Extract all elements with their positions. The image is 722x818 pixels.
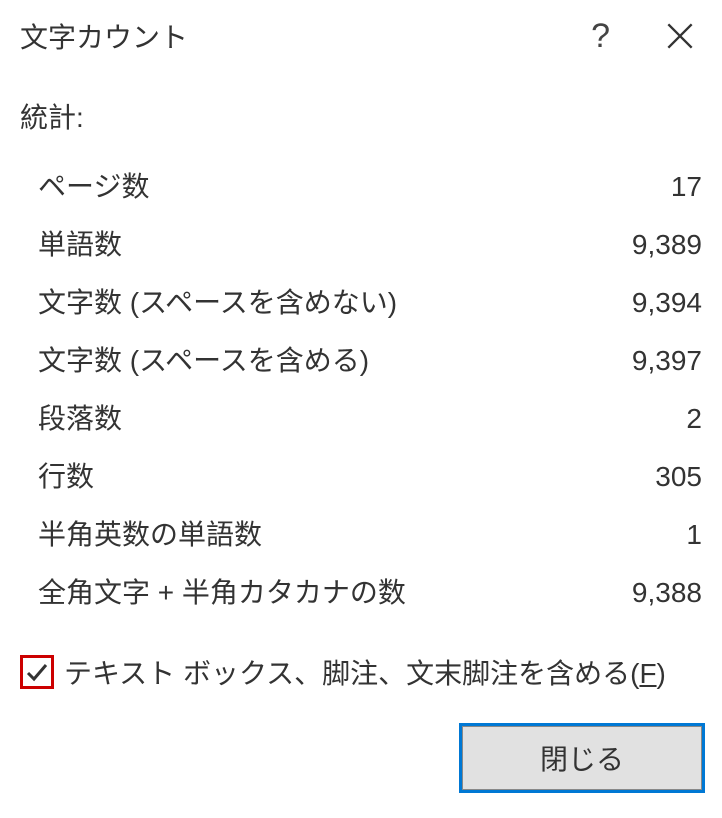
stat-row-chars-no-space: 文字数 (スペースを含めない) 9,394 xyxy=(38,272,702,330)
stat-value: 305 xyxy=(582,461,702,493)
stat-label: 半角英数の単語数 xyxy=(38,513,582,553)
stat-label: ページ数 xyxy=(38,165,582,205)
help-icon[interactable]: ? xyxy=(591,17,610,56)
stat-row-full-width-chars: 全角文字 + 半角カタカナの数 9,388 xyxy=(38,562,702,620)
stat-label: 文字数 (スペースを含めない) xyxy=(38,281,582,321)
close-button[interactable]: 閉じる xyxy=(462,726,702,790)
titlebar: 文字カウント ? xyxy=(20,0,702,72)
close-icon[interactable] xyxy=(658,14,702,58)
stat-list: ページ数 17 単語数 9,389 文字数 (スペースを含めない) 9,394 … xyxy=(20,156,702,620)
stat-value: 9,394 xyxy=(582,287,702,319)
x-icon xyxy=(666,22,694,50)
include-footnotes-checkbox[interactable] xyxy=(20,655,54,689)
stat-label: 行数 xyxy=(38,455,582,495)
stat-row-lines: 行数 305 xyxy=(38,446,702,504)
stat-label: 文字数 (スペースを含める) xyxy=(38,339,582,379)
include-footnotes-label: テキスト ボックス、脚注、文末脚注を含める(F) xyxy=(64,652,666,692)
stat-row-chars-with-space: 文字数 (スペースを含める) 9,397 xyxy=(38,330,702,388)
stat-row-paragraphs: 段落数 2 xyxy=(38,388,702,446)
check-icon xyxy=(25,660,49,684)
stat-row-words: 単語数 9,389 xyxy=(38,214,702,272)
include-footnotes-row: テキスト ボックス、脚注、文末脚注を含める(F) xyxy=(20,652,702,692)
section-label: 統計: xyxy=(20,96,702,136)
stat-value: 17 xyxy=(582,171,702,203)
button-row: 閉じる xyxy=(20,726,702,790)
stat-label: 全角文字 + 半角カタカナの数 xyxy=(38,571,582,611)
stat-label: 段落数 xyxy=(38,397,582,437)
stat-value: 9,389 xyxy=(582,229,702,261)
stat-value: 9,388 xyxy=(582,577,702,609)
content: 統計: ページ数 17 単語数 9,389 文字数 (スペースを含めない) 9,… xyxy=(20,72,702,798)
stat-row-pages: ページ数 17 xyxy=(38,156,702,214)
stat-label: 単語数 xyxy=(38,223,582,263)
dialog-title: 文字カウント xyxy=(20,16,188,56)
stat-value: 1 xyxy=(582,519,702,551)
word-count-dialog: 文字カウント ? 統計: ページ数 17 単語数 9,389 文字数 (スペ xyxy=(0,0,722,818)
stat-value: 9,397 xyxy=(582,345,702,377)
stat-row-half-width-words: 半角英数の単語数 1 xyxy=(38,504,702,562)
titlebar-buttons: ? xyxy=(591,14,702,58)
stat-value: 2 xyxy=(582,403,702,435)
